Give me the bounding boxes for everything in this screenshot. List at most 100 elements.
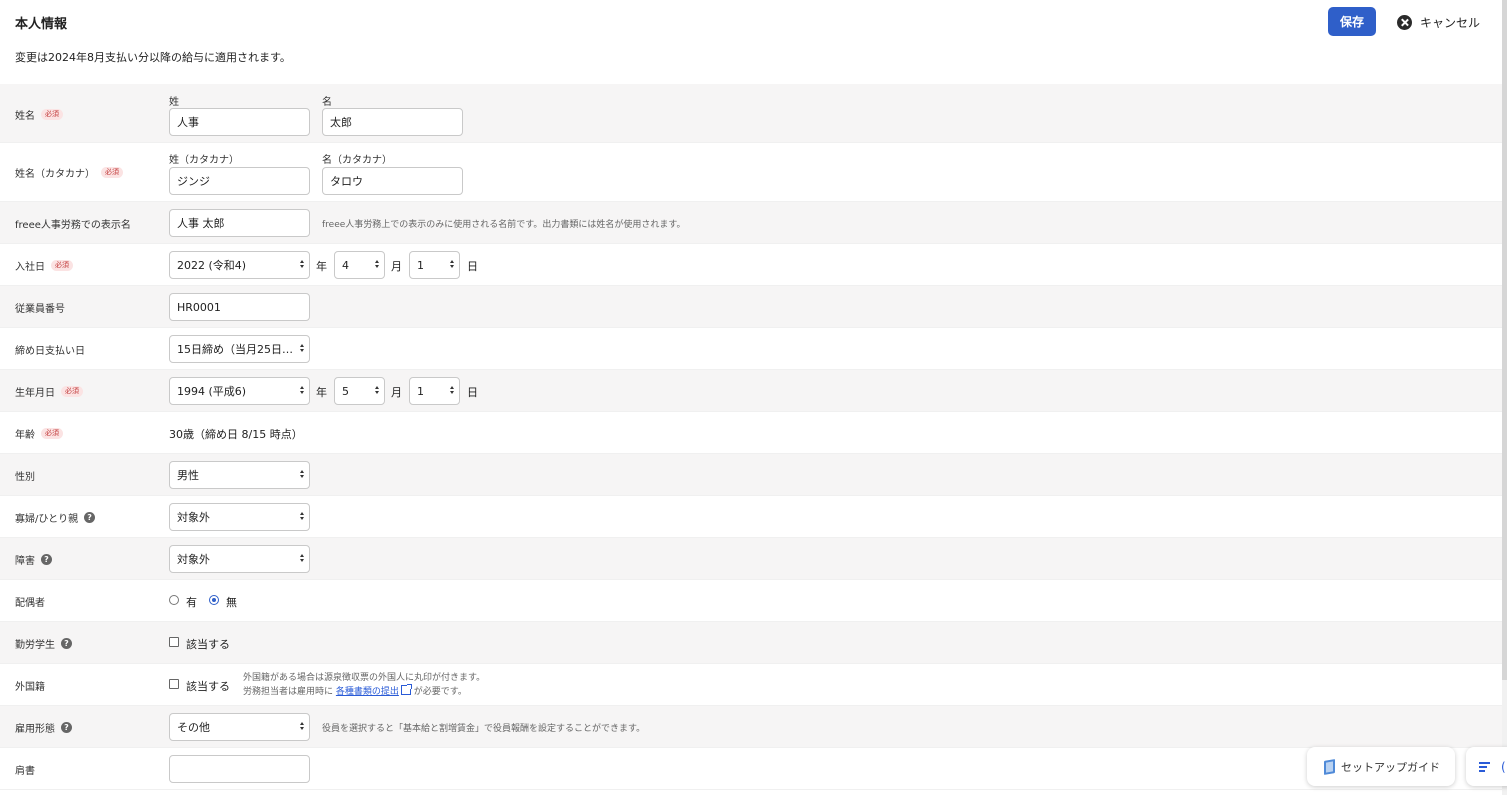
header: 本人情報 変更は2024年8月支払い分以降の給与に適用されます。 保存 キャンセ… bbox=[0, 0, 1502, 84]
row-label: 勤労学生 ? bbox=[15, 636, 72, 651]
apply-notice: 変更は2024年8月支払い分以降の給与に適用されます。 bbox=[15, 51, 291, 64]
help-icon[interactable]: ? bbox=[84, 512, 96, 523]
setup-guide-label: セットアップガイド bbox=[1341, 760, 1440, 774]
row-label: 障害 ? bbox=[15, 552, 52, 567]
month-unit: 月 bbox=[391, 386, 402, 399]
documents-link[interactable]: 各種書類の提出 bbox=[336, 687, 399, 697]
label-text: 雇用形態 bbox=[15, 724, 55, 735]
help-icon[interactable]: ? bbox=[61, 638, 72, 649]
label-text: 性別 bbox=[15, 472, 35, 483]
row-age: 年齢 必須 30歳（締め日 8/15 時点） bbox=[0, 412, 1502, 454]
last-name-label: 姓 bbox=[169, 97, 179, 108]
row-label: 姓名 必須 bbox=[15, 107, 63, 122]
spouse-yes-label: 有 bbox=[186, 596, 197, 609]
personal-info-form: 姓名 必須 姓 名 人事 太郎 姓名（カタカナ） 必須 姓（カタカナ） 名（カタ… bbox=[0, 84, 1502, 790]
row-employment-type: 雇用形態 ? その他 役員を選択すると「基本給と割増賃金」で役員報酬を設定するこ… bbox=[0, 706, 1502, 748]
working-student-checkbox-label: 該当する bbox=[186, 638, 230, 651]
spouse-yes-radio[interactable] bbox=[169, 595, 179, 605]
hire-year-select[interactable]: 2022 (令和4) bbox=[169, 251, 310, 279]
hint-suffix: が必要です。 bbox=[413, 687, 467, 697]
label-text: 肩書 bbox=[15, 766, 35, 777]
help-icon[interactable]: ? bbox=[41, 554, 52, 565]
label-text: 生年月日 bbox=[15, 388, 55, 399]
first-name-input[interactable]: 太郎 bbox=[322, 108, 463, 136]
page-title: 本人情報 bbox=[15, 17, 68, 32]
label-text: 寡婦/ひとり親 bbox=[15, 514, 79, 525]
row-label: 入社日 必須 bbox=[15, 258, 73, 273]
external-link-icon bbox=[400, 684, 412, 695]
age-value: 30歳（締め日 8/15 時点） bbox=[169, 428, 303, 441]
row-label: 肩書 bbox=[15, 762, 35, 777]
setup-guide-button[interactable]: セットアップガイド bbox=[1307, 747, 1455, 786]
book-icon bbox=[1324, 758, 1335, 775]
label-text: 入社日 bbox=[15, 262, 45, 273]
day-unit: 日 bbox=[467, 386, 478, 399]
label-text: freee人事労務での表示名 bbox=[15, 220, 131, 231]
row-widow: 寡婦/ひとり親 ? 対象外 bbox=[0, 496, 1502, 538]
help-icon[interactable]: ? bbox=[61, 722, 72, 733]
row-hire-date: 入社日 必須 2022 (令和4) 年 4 月 1 日 bbox=[0, 244, 1502, 286]
working-student-checkbox[interactable] bbox=[169, 637, 179, 647]
close-circle-icon bbox=[1397, 14, 1412, 30]
widow-select[interactable]: 対象外 bbox=[169, 503, 310, 531]
gender-select[interactable]: 男性 bbox=[169, 461, 310, 489]
spouse-no-label: 無 bbox=[226, 596, 237, 609]
foreign-nationality-hint-1: 外国籍がある場合は源泉徴収票の外国人に丸印が付きます。 bbox=[243, 673, 486, 683]
cancel-label: キャンセル bbox=[1420, 15, 1481, 30]
birth-month-select[interactable]: 5 bbox=[334, 377, 385, 405]
last-name-kana-input[interactable]: ジンジ bbox=[169, 167, 310, 195]
pay-cycle-select[interactable]: 15日締め（当月25日… bbox=[169, 335, 310, 363]
birth-day-select[interactable]: 1 bbox=[409, 377, 460, 405]
save-button[interactable]: 保存 bbox=[1328, 7, 1376, 36]
row-foreign-nationality: 外国籍 該当する 外国籍がある場合は源泉徴収票の外国人に丸印が付きます。 労務担… bbox=[0, 664, 1502, 706]
foreign-nationality-checkbox-label: 該当する bbox=[186, 680, 230, 693]
row-label: 従業員番号 bbox=[15, 300, 65, 315]
last-name-input[interactable]: 人事 bbox=[169, 108, 310, 136]
row-working-student: 勤労学生 ? 該当する bbox=[0, 622, 1502, 664]
month-unit: 月 bbox=[391, 260, 402, 273]
row-display-name: freee人事労務での表示名 人事 太郎 freee人事労務上での表示のみに使用… bbox=[0, 202, 1502, 244]
row-label: 配偶者 bbox=[15, 594, 45, 609]
row-label: 寡婦/ひとり親 ? bbox=[15, 510, 96, 525]
required-badge: 必須 bbox=[101, 167, 123, 178]
required-badge: 必須 bbox=[41, 428, 63, 439]
hint-prefix: 労務担当者は雇用時に bbox=[243, 687, 334, 697]
floating-checklist-button[interactable]: ( bbox=[1466, 747, 1507, 786]
label-text: 姓名（カタカナ） bbox=[15, 169, 95, 180]
row-label: 雇用形態 ? bbox=[15, 720, 72, 735]
label-text: 従業員番号 bbox=[15, 304, 65, 315]
label-text: 締め日支払い日 bbox=[15, 346, 85, 357]
birth-year-select[interactable]: 1994 (平成6) bbox=[169, 377, 310, 405]
disability-select[interactable]: 対象外 bbox=[169, 545, 310, 573]
label-text: 配偶者 bbox=[15, 598, 45, 609]
scrollbar-thumb[interactable] bbox=[1502, 0, 1507, 680]
row-label: 性別 bbox=[15, 468, 35, 483]
employment-type-select[interactable]: その他 bbox=[169, 713, 310, 741]
employee-number-input[interactable]: HR0001 bbox=[169, 293, 310, 321]
row-name-kana: 姓名（カタカナ） 必須 姓（カタカナ） 名（カタカナ） ジンジ タロウ bbox=[0, 143, 1502, 202]
spouse-no-radio[interactable] bbox=[209, 595, 219, 605]
display-name-input[interactable]: 人事 太郎 bbox=[169, 209, 310, 237]
label-text: 年齢 bbox=[15, 430, 35, 441]
floating-button-text: ( bbox=[1501, 759, 1506, 774]
row-label: freee人事労務での表示名 bbox=[15, 216, 131, 231]
row-name: 姓名 必須 姓 名 人事 太郎 bbox=[0, 84, 1502, 143]
cancel-button[interactable]: キャンセル bbox=[1397, 12, 1480, 32]
row-position: 肩書 bbox=[0, 748, 1502, 790]
employment-type-hint: 役員を選択すると「基本給と割増賃金」で役員報酬を設定することができます。 bbox=[322, 724, 646, 734]
display-name-hint: freee人事労務上での表示のみに使用される名前です。出力書類には姓名が使用され… bbox=[322, 220, 686, 230]
hire-month-select[interactable]: 4 bbox=[334, 251, 385, 279]
label-text: 外国籍 bbox=[15, 682, 45, 693]
last-name-kana-label: 姓（カタカナ） bbox=[169, 155, 239, 166]
row-label: 締め日支払い日 bbox=[15, 342, 85, 357]
row-label: 生年月日 必須 bbox=[15, 384, 83, 399]
foreign-nationality-checkbox[interactable] bbox=[169, 679, 179, 689]
first-name-kana-input[interactable]: タロウ bbox=[322, 167, 463, 195]
scrollbar[interactable] bbox=[1502, 0, 1507, 795]
list-edit-icon bbox=[1479, 761, 1493, 772]
position-input[interactable] bbox=[169, 755, 310, 783]
row-birth-date: 生年月日 必須 1994 (平成6) 年 5 月 1 日 bbox=[0, 370, 1502, 412]
hire-day-select[interactable]: 1 bbox=[409, 251, 460, 279]
row-label: 姓名（カタカナ） 必須 bbox=[15, 165, 123, 180]
first-name-label: 名 bbox=[322, 97, 332, 108]
